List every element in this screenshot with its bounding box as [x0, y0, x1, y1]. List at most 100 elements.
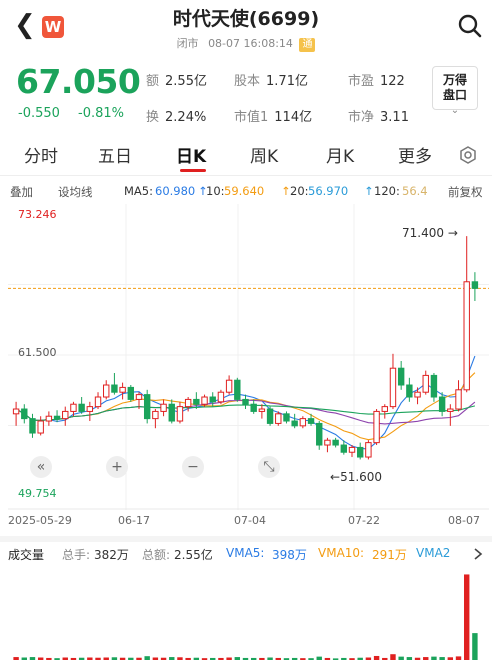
- candle-body: [217, 391, 225, 403]
- stat-turnover: 换 2.24%: [146, 110, 207, 125]
- candle-body: [45, 415, 53, 422]
- candle-body: [283, 413, 290, 422]
- ma20-arrow-icon: ↑: [364, 184, 374, 198]
- ma5-label: MA5:: [124, 184, 153, 198]
- stat-pb: 市净 3.11: [348, 110, 409, 125]
- candle-body: [193, 398, 200, 405]
- ma120-label: 120:: [374, 184, 400, 198]
- top-header: ❮ W 时代天使(6699) 闭市 08-07 16:08:14 通: [0, 0, 492, 56]
- zoom-in-icon[interactable]: +: [106, 456, 128, 478]
- search-icon[interactable]: [456, 12, 484, 40]
- wande-line1: 万得: [442, 73, 467, 87]
- zoom-out-icon[interactable]: −: [182, 456, 204, 478]
- candle-body: [332, 439, 339, 446]
- set-ma-button[interactable]: 设均线: [58, 184, 93, 200]
- candle-body: [430, 374, 438, 398]
- date-label: 07-22: [348, 514, 380, 527]
- candle-body: [78, 403, 85, 412]
- candle-body: [152, 410, 159, 420]
- wande-line2: 盘口: [442, 88, 467, 102]
- volume-bar: [398, 656, 404, 660]
- chevron-down-icon: ⌄: [450, 105, 460, 116]
- candle-body: [471, 281, 479, 289]
- candle-body: [160, 403, 167, 412]
- candle-body: [348, 446, 356, 453]
- total-hands-label: 总手:: [62, 548, 91, 562]
- volume-bar: [390, 654, 396, 660]
- fullscreen-icon[interactable]: ⤡: [258, 456, 280, 478]
- candle-body: [201, 396, 208, 405]
- wande-depth-button[interactable]: 万得 盘口 ⌄: [432, 66, 478, 116]
- overlay-button[interactable]: 叠加: [10, 184, 33, 200]
- tab-5day[interactable]: 五日: [98, 142, 132, 167]
- vma5-value: 398万: [272, 548, 307, 562]
- candle-body: [406, 384, 413, 398]
- candle-body: [29, 418, 36, 434]
- tab-more[interactable]: 更多: [398, 142, 432, 167]
- candle-body: [291, 420, 298, 427]
- ma20-value: 56.970: [308, 184, 349, 198]
- volume-header: 成交量 总手: 382万 总额: 2.55亿 VMA5: 398万 VMA10:…: [0, 544, 492, 564]
- date-label: 07-04: [234, 514, 266, 527]
- vma10-value: 291万: [372, 548, 407, 562]
- candle-body: [209, 396, 216, 403]
- volume-bar: [373, 655, 380, 660]
- divider: [0, 175, 492, 176]
- candle-body: [422, 374, 429, 393]
- y-bottom-label: 49.754: [18, 487, 57, 500]
- ma120-value: 56.4: [402, 184, 428, 198]
- candle-body: [86, 406, 94, 412]
- candle-body: [365, 442, 372, 458]
- candle-body: [242, 398, 249, 405]
- candle-body: [275, 413, 282, 424]
- volume-bar: [431, 656, 437, 660]
- candle-body: [455, 389, 462, 410]
- ma10-value: 59.640: [224, 184, 265, 198]
- candle-body: [340, 444, 348, 453]
- candle-body: [258, 408, 266, 412]
- candle-body: [94, 396, 102, 408]
- vma20-label: VMA2: [416, 546, 451, 560]
- candle-body: [184, 398, 192, 408]
- scroll-left-icon[interactable]: «: [30, 456, 52, 478]
- candle-body: [103, 384, 110, 398]
- tab-weekly-k[interactable]: 周K: [250, 142, 278, 167]
- kline-svg: [8, 204, 489, 510]
- volume-bar: [316, 656, 322, 660]
- candle-body: [381, 406, 388, 412]
- candle-body: [266, 408, 274, 424]
- adjust-button[interactable]: 前复权: [448, 184, 483, 200]
- active-tab-indicator: [180, 169, 206, 172]
- stat-pe: 市盈 122: [348, 74, 405, 89]
- connect-tag: 通: [299, 38, 316, 52]
- candle-body: [250, 403, 257, 412]
- kline-chart[interactable]: 73.246 61.500 49.754 71.400 → ←51.600 « …: [8, 204, 489, 510]
- candle-body: [299, 418, 307, 427]
- candle-body: [389, 367, 397, 408]
- candle-body: [70, 403, 77, 412]
- volume-svg: [13, 574, 478, 660]
- settings-icon[interactable]: [458, 145, 478, 165]
- candle-body: [397, 367, 405, 386]
- candle-body: [307, 418, 315, 424]
- y-top-label: 73.246: [18, 208, 57, 221]
- volume-bar: [144, 656, 150, 660]
- volume-bar: [455, 656, 462, 660]
- tab-monthly-k[interactable]: 月K: [326, 142, 354, 167]
- tab-intraday[interactable]: 分时: [24, 142, 58, 167]
- chevron-right-icon[interactable]: [470, 546, 486, 562]
- tab-daily-k[interactable]: 日K: [176, 142, 206, 167]
- date-label: 06-17: [118, 514, 150, 527]
- candle-body: [111, 384, 118, 393]
- vma10-label: VMA10:: [318, 546, 365, 560]
- candle-body: [373, 410, 380, 444]
- candle-body: [62, 410, 69, 420]
- volume-title[interactable]: 成交量: [8, 546, 44, 563]
- candle-body: [53, 415, 61, 420]
- candle-body: [414, 391, 421, 398]
- candle-body: [356, 446, 364, 458]
- total-hands-value: 382万: [94, 548, 129, 562]
- volume-chart[interactable]: [8, 568, 489, 660]
- indicator-bar: 叠加 设均线 MA5: 60.980 ↑ 10: 59.640 ↑ 20: 56…: [0, 180, 492, 204]
- candle-body: [12, 408, 20, 415]
